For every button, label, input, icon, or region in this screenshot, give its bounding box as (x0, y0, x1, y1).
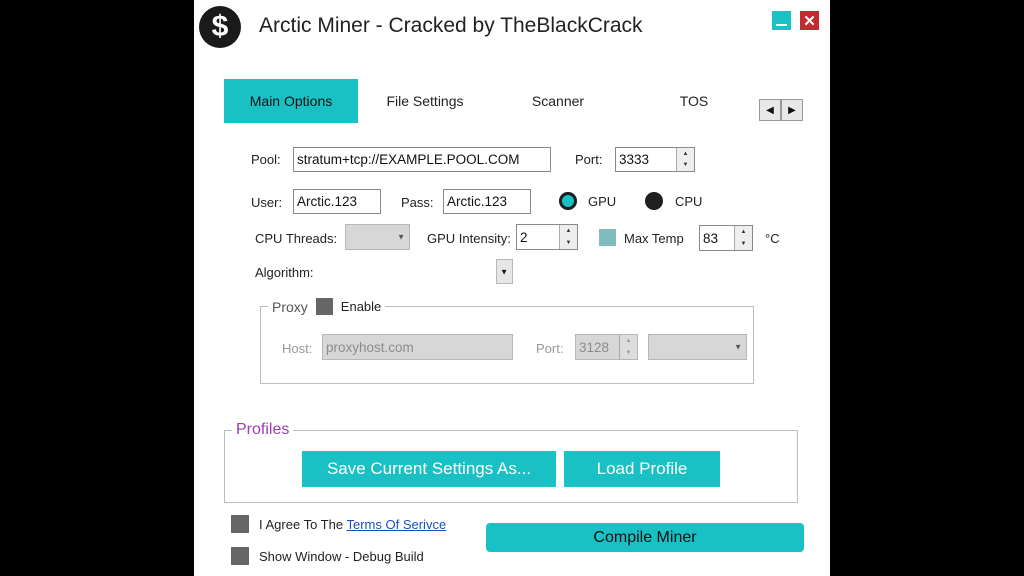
spin-down-icon[interactable]: ▼ (677, 160, 694, 172)
pool-input[interactable]: stratum+tcp://EXAMPLE.POOL.COM (293, 147, 551, 172)
proxy-host-label: Host: (282, 341, 313, 356)
gpu-intensity-label: GPU Intensity: (427, 231, 511, 246)
port-value: 3333 (619, 152, 650, 167)
chevron-down-icon: ▼ (500, 267, 508, 276)
pool-label: Pool: (251, 152, 281, 167)
port-label: Port: (575, 152, 603, 167)
tab-main-options[interactable]: Main Options (224, 79, 358, 123)
spin-down-icon[interactable]: ▼ (735, 238, 752, 250)
tab-file-settings[interactable]: File Settings (370, 79, 480, 123)
miner-window: $ Arctic Miner - Cracked by TheBlackCrac… (194, 0, 830, 576)
terms-link[interactable]: Terms Of Serivce (346, 517, 446, 532)
max-temp-checkbox[interactable] (599, 229, 616, 246)
scroll-right-icon[interactable]: ▶ (781, 99, 803, 121)
max-temp-spin-buttons[interactable]: ▲ ▼ (734, 226, 752, 250)
spin-up-icon[interactable]: ▲ (560, 225, 577, 237)
chevron-down-icon: ▼ (397, 232, 405, 242)
proxy-port-label: Port: (536, 341, 564, 356)
window-title: Arctic Miner - Cracked by TheBlackCrack (259, 14, 643, 37)
scroll-left-icon[interactable]: ◀ (759, 99, 781, 121)
pass-label: Pass: (401, 195, 434, 210)
gpu-radio[interactable] (559, 192, 577, 210)
spin-up-icon[interactable]: ▲ (620, 335, 637, 347)
user-label: User: (251, 195, 283, 210)
max-temp-value: 83 (703, 230, 719, 246)
user-input[interactable]: Arctic.123 (293, 189, 381, 214)
load-profile-button[interactable]: Load Profile (564, 451, 720, 487)
port-stepper[interactable]: 3333 ▲ ▼ (615, 147, 695, 172)
port-spin-buttons[interactable]: ▲ ▼ (676, 148, 694, 171)
algorithm-label: Algorithm: (255, 265, 314, 280)
tab-scroll-arrows: ◀ ▶ (759, 99, 804, 121)
compile-miner-button[interactable]: Compile Miner (486, 523, 804, 552)
temp-unit-label: °C (765, 231, 780, 246)
profiles-group-label: Profiles (232, 421, 294, 439)
proxy-group-header: Proxy Enable (268, 298, 386, 315)
spin-down-icon[interactable]: ▼ (560, 237, 577, 249)
pass-input[interactable]: Arctic.123 (443, 189, 531, 214)
max-temp-label: Max Temp (624, 231, 684, 246)
gpu-label: GPU (588, 194, 617, 209)
proxy-enable-label: Enable (340, 299, 382, 314)
proxy-port-value: 3128 (579, 339, 610, 355)
proxy-port-spin-buttons[interactable]: ▲ ▼ (619, 335, 637, 359)
cpu-threads-label: CPU Threads: (255, 231, 338, 246)
dollar-logo-icon: $ (199, 6, 241, 48)
cpu-threads-select[interactable]: ▼ (345, 224, 410, 250)
cpu-radio[interactable] (645, 192, 663, 210)
spin-up-icon[interactable]: ▲ (677, 148, 694, 160)
show-window-label: Show Window - Debug Build (259, 549, 424, 564)
tab-scanner[interactable]: Scanner (514, 79, 602, 123)
tab-tos[interactable]: TOS (664, 79, 724, 123)
proxy-host-input[interactable]: proxyhost.com (322, 334, 513, 360)
gpu-intensity-stepper[interactable]: 2 ▲ ▼ (516, 224, 578, 250)
show-window-checkbox[interactable] (231, 547, 249, 565)
max-temp-stepper[interactable]: 83 ▲ ▼ (699, 225, 753, 251)
gpu-intensity-spin-buttons[interactable]: ▲ ▼ (559, 225, 577, 249)
agree-text: I Agree To The Terms Of Serivce (259, 517, 446, 532)
agree-label: I Agree To The (259, 517, 344, 532)
chevron-down-icon: ▼ (734, 342, 742, 352)
close-button[interactable]: ✕ (800, 11, 819, 30)
spin-down-icon[interactable]: ▼ (620, 347, 637, 359)
proxy-enable-checkbox[interactable] (315, 298, 333, 315)
cpu-label: CPU (675, 194, 703, 209)
save-settings-button[interactable]: Save Current Settings As... (302, 451, 556, 487)
agree-tos-checkbox[interactable] (231, 515, 249, 533)
minimize-icon (776, 23, 787, 26)
gpu-intensity-value: 2 (520, 229, 528, 245)
algorithm-select[interactable]: ▼ (496, 259, 513, 284)
spin-up-icon[interactable]: ▲ (735, 226, 752, 238)
proxy-port-stepper[interactable]: 3128 ▲ ▼ (575, 334, 638, 360)
proxy-type-select[interactable]: ▼ (648, 334, 747, 360)
minimize-button[interactable] (772, 11, 791, 30)
proxy-group-label: Proxy (272, 298, 308, 315)
